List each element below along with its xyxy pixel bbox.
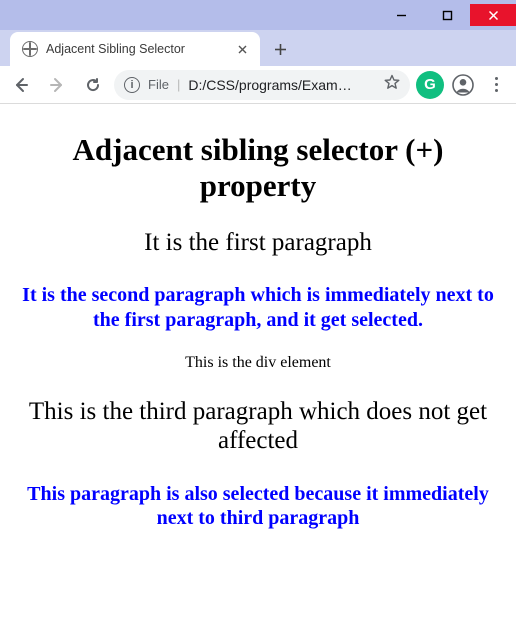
paragraph-1: It is the first paragraph	[22, 229, 494, 257]
info-icon[interactable]: i	[124, 77, 140, 93]
dot-icon	[495, 83, 498, 86]
dot-icon	[495, 77, 498, 80]
profile-button[interactable]	[450, 72, 476, 98]
browser-tab[interactable]: Adjacent Sibling Selector	[10, 32, 260, 66]
browser-toolbar: i File | D:/CSS/programs/Exam… G	[0, 66, 516, 104]
extension-glyph: G	[424, 76, 436, 93]
address-bar[interactable]: i File | D:/CSS/programs/Exam…	[114, 70, 410, 100]
url-text: D:/CSS/programs/Exam…	[188, 77, 376, 93]
window-titlebar	[0, 0, 516, 30]
bookmark-icon[interactable]	[384, 74, 400, 95]
tab-title: Adjacent Sibling Selector	[46, 42, 226, 56]
dot-icon	[495, 89, 498, 92]
file-scheme-label: File	[148, 77, 169, 92]
page-content: Adjacent sibling selector (+) property I…	[0, 104, 516, 644]
globe-icon	[22, 41, 38, 57]
address-separator: |	[177, 77, 180, 92]
paragraph-3: This is the third paragraph which does n…	[22, 398, 494, 456]
div-element-text: This is the div element	[22, 354, 494, 372]
tab-close-icon[interactable]	[234, 41, 250, 57]
paragraph-2: It is the second paragraph which is imme…	[22, 283, 494, 332]
maximize-button[interactable]	[424, 4, 470, 26]
close-button[interactable]	[470, 4, 516, 26]
back-button[interactable]	[6, 70, 36, 100]
paragraph-4: This paragraph is also selected because …	[22, 482, 494, 531]
page-heading: Adjacent sibling selector (+) property	[22, 132, 494, 203]
forward-button[interactable]	[42, 70, 72, 100]
tab-strip: Adjacent Sibling Selector	[0, 30, 516, 66]
minimize-button[interactable]	[378, 4, 424, 26]
reload-button[interactable]	[78, 70, 108, 100]
window-controls	[378, 4, 516, 30]
extension-button[interactable]: G	[416, 71, 444, 99]
menu-button[interactable]	[482, 70, 510, 100]
new-tab-button[interactable]	[266, 35, 294, 63]
